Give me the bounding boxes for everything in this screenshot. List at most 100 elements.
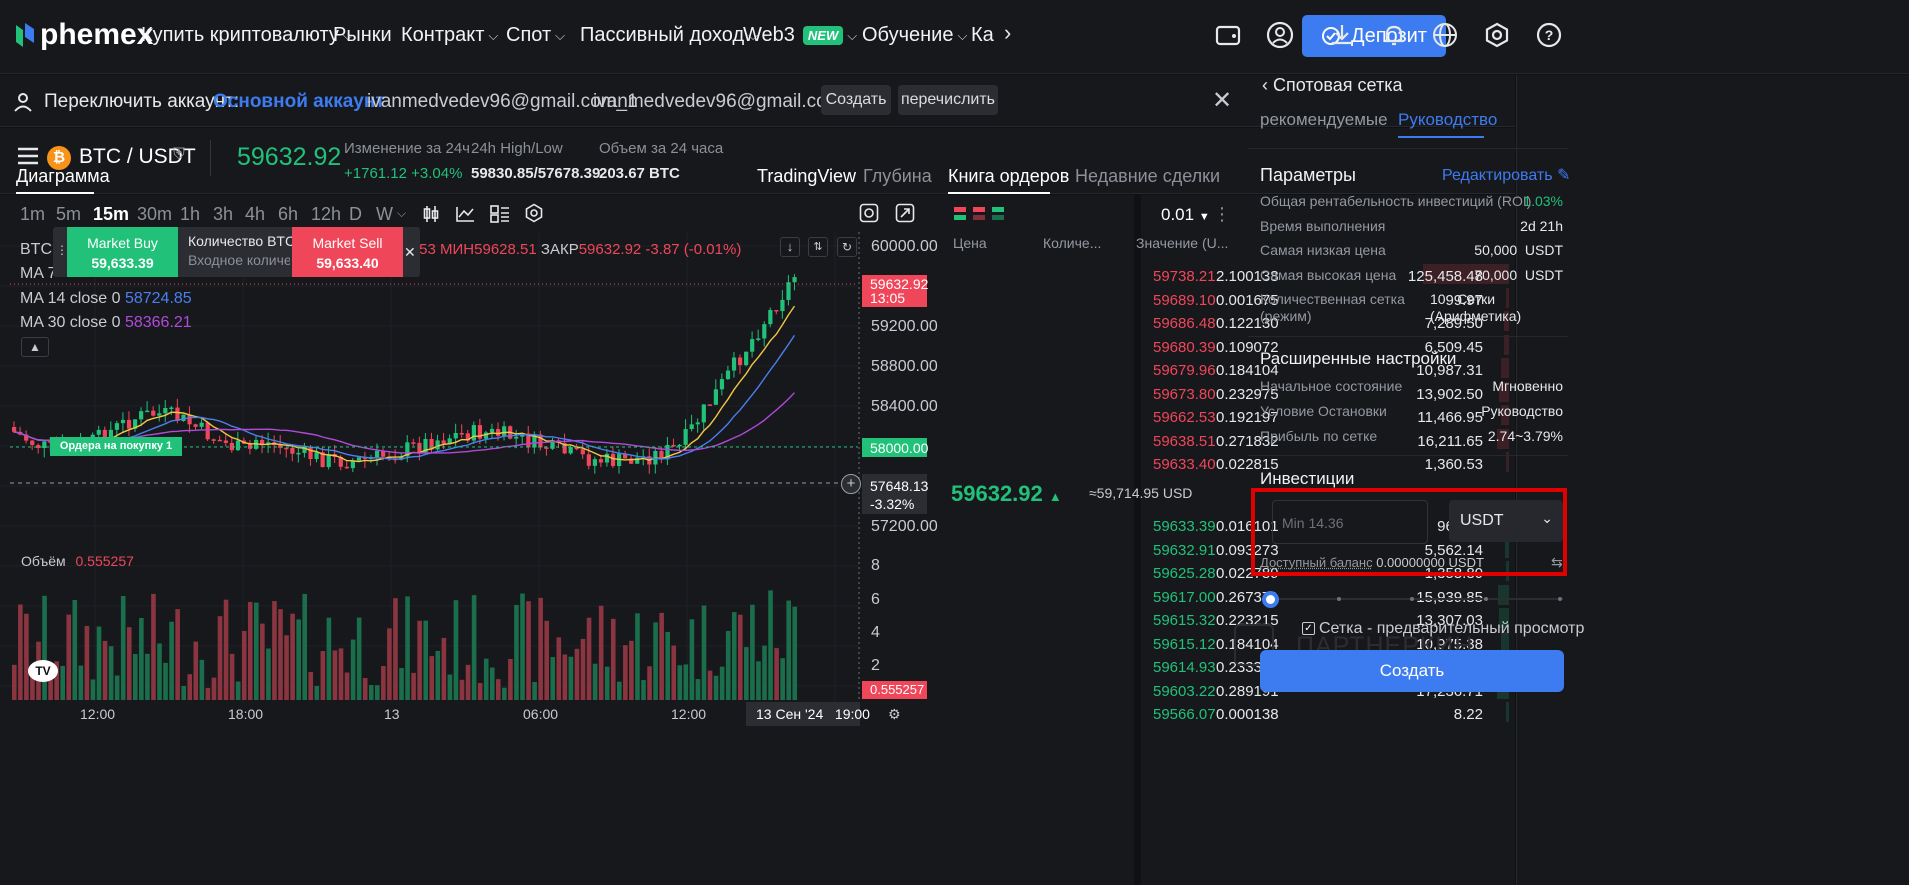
quantity-input[interactable]: Входное количество [188,252,290,268]
bell-icon[interactable] [1377,18,1411,52]
x-tick: 06:00 [523,706,559,722]
tab-underline [16,192,94,194]
nav-web3[interactable]: Web3 NEW ⌵ [743,24,857,47]
buy-orders-tag[interactable]: Ордера на покупку 1 [50,437,182,456]
volume-bar [738,614,743,700]
fullscreen-icon[interactable] [895,203,915,228]
precision-select[interactable]: 0.01 ▼ [1161,205,1210,225]
investment-amount-input[interactable]: Min 14.36 [1272,500,1428,544]
nav-spot[interactable]: Спот ⌵ [506,24,565,47]
market-sell-button[interactable]: Market Sell 59,633.40 [292,227,403,277]
timeframe-W[interactable]: W [376,204,393,225]
volume-bar [489,667,495,700]
create-subaccount-button[interactable]: Создать [821,85,891,115]
candle [568,447,573,454]
slider-track[interactable] [1270,598,1563,600]
camera-icon[interactable] [859,203,879,228]
axis-settings-icon[interactable]: ⚙ [888,706,901,723]
chevron-right-icon[interactable]: › [1004,20,1011,46]
edit-button[interactable]: Редактировать ✎ [1442,165,1570,185]
nav-contract[interactable]: Контракт ⌵ [401,24,498,47]
cell-price: 59615.32 [1153,612,1216,629]
close-icon[interactable]: ✕ [404,244,416,261]
main-account-link[interactable]: Основной аккаунт [213,91,385,113]
cell-price: 59689.10 [1153,291,1216,309]
chevron-down-icon[interactable]: ⌵ [397,206,406,221]
phemex-logo[interactable]: phemex [14,18,153,52]
nav-markets[interactable]: Рынки [333,24,392,47]
create-grid-button[interactable]: Создать [1260,650,1564,692]
volume-bar [18,604,23,700]
slider-thumb[interactable] [1262,591,1279,608]
x-current-date: 13 Сен '24 [756,706,824,722]
deposit-button[interactable]: Депозит [1302,15,1446,57]
timeframe-30m[interactable]: 30m [137,204,172,225]
precision-value: 0.01 [1161,205,1195,224]
book-layout-icon[interactable] [954,207,1006,226]
nav-earn[interactable]: Пассивный доход ⌵ [580,24,758,47]
vol-tick: 8 [871,557,880,574]
nav-buy-crypto[interactable]: Купить криптовалюту ⌵ [141,24,353,47]
help-icon[interactable]: ? [1532,18,1566,52]
account-switch-icon [12,91,34,119]
add-alert-icon[interactable]: + [841,474,861,494]
volume-bar [405,596,410,700]
timeframe-1h[interactable]: 1h [180,204,200,225]
nav-learn[interactable]: Обучение ⌵ [862,24,967,47]
preview-label[interactable]: Сетка - предварительный просмотр [1319,620,1584,638]
volume-bar [60,665,65,700]
transfer-icon[interactable]: ⇆ [1551,554,1563,571]
tab-tradingview[interactable]: TradingView [757,166,856,187]
timeframe-6h[interactable]: 6h [278,204,298,225]
market-buy-button[interactable]: Market Buy 59,633.39 [67,227,178,277]
user-icon[interactable] [1263,18,1297,52]
timeframe-D[interactable]: D [349,204,362,225]
candle [96,429,101,435]
timeframe-5m[interactable]: 5m [56,204,81,225]
download-icon[interactable] [1325,18,1359,52]
volume-bar [381,665,386,700]
market-sell-label: Market Sell [312,235,383,251]
candle [217,439,222,442]
tab-recent-trades[interactable]: Недавние сделки [1075,166,1220,187]
reset-icon[interactable]: ↻ [837,237,857,257]
tab-recommended[interactable]: рекомендуемые [1260,110,1388,130]
cell-price: 59603.22 [1153,682,1216,700]
cell-price: 59673.80 [1153,385,1216,403]
tab-chart[interactable]: Диаграмма [16,166,110,187]
currency-select[interactable]: USDT ⌄ [1449,500,1563,542]
candle [677,444,682,447]
volume-bar [768,590,773,700]
volume-bar [157,643,162,700]
timeframe-12h[interactable]: 12h [311,204,341,225]
tab-manual[interactable]: Руководство [1398,110,1497,130]
collapse-indicators-button[interactable]: ▲ [21,337,49,357]
timeframe-1m[interactable]: 1m [20,204,45,225]
volume-bar [756,661,761,700]
bid-row[interactable]: 59566.07 0.000138 8.22 [1141,700,1515,729]
candles-icon[interactable] [423,204,439,229]
settings-icon[interactable] [1480,18,1514,52]
compress-icon[interactable]: ⇅ [808,237,828,257]
tab-order-book[interactable]: Книга ордеров [948,166,1069,187]
transfer-button[interactable]: перечислить [898,85,998,115]
globe-icon[interactable] [1428,18,1462,52]
volume-bar [235,681,241,700]
tab-depth[interactable]: Глубина [863,166,932,187]
timeframe-3h[interactable]: 3h [213,204,233,225]
indicators-icon[interactable] [455,205,475,228]
close-icon[interactable]: ✕ [1212,86,1232,115]
timeframe-4h[interactable]: 4h [245,204,265,225]
market-buy-label: Market Buy [87,235,158,251]
chart-settings-icon[interactable] [524,203,544,228]
more-icon[interactable]: ⋮ [1213,204,1231,225]
wallet-icon[interactable] [1212,18,1246,52]
back-nav[interactable]: ‹ Спотовая сетка [1262,75,1403,96]
timeframe-15m[interactable]: 15m [93,204,129,225]
preview-checkbox[interactable]: ✓ [1302,622,1315,635]
layout-icon[interactable] [490,205,510,228]
cell-price: 59662.53 [1153,409,1216,426]
arrow-down-icon[interactable]: ↓ [780,237,800,257]
volume-bar [429,656,435,700]
nav-more[interactable]: Ка [971,24,994,47]
